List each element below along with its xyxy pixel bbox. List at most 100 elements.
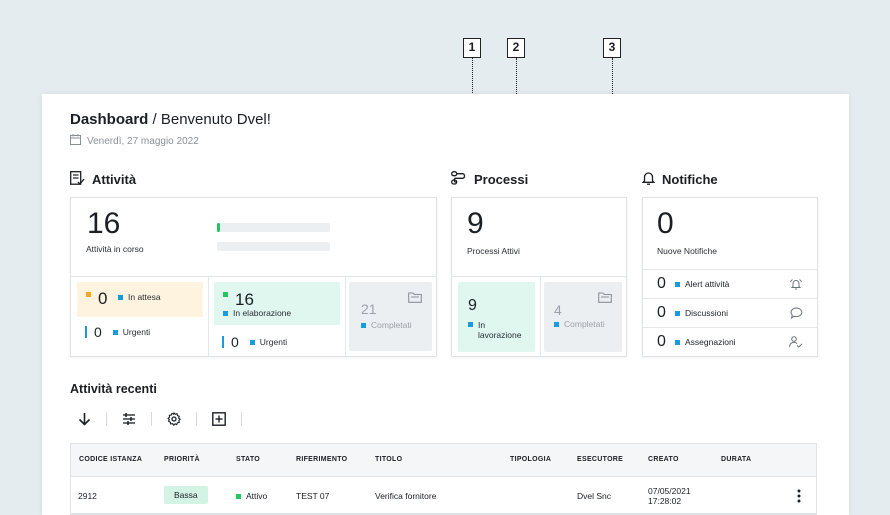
col-priorita[interactable]: PRIORITÀ: [164, 456, 200, 463]
callout-2: 2: [507, 38, 525, 58]
col-creato[interactable]: CREATO: [648, 456, 679, 463]
processi-completati-label: Completati: [564, 319, 605, 329]
in-elaborazione-urgent-label: Urgenti: [259, 337, 288, 347]
col-durata[interactable]: DURATA: [721, 456, 751, 463]
notifiche-count: 0: [657, 207, 674, 240]
priority-badge: Bassa: [164, 486, 208, 504]
notif-assegnazioni-dot: [675, 339, 680, 345]
in-elaborazione-urgent-dot: [249, 340, 255, 346]
in-lavorazione-tile[interactable]: 9 In lavorazione: [458, 282, 535, 352]
notif-row-assegnazioni[interactable]: 0 Assegnazioni: [643, 327, 817, 356]
in-elaborazione-urgent-row[interactable]: 0 Urgenti: [222, 334, 287, 350]
task-list-icon: [70, 171, 85, 188]
in-attesa-urgent-label-wrap: Urgenti: [112, 327, 151, 337]
attivita-completati-tile[interactable]: 21 Completati: [349, 282, 432, 351]
cell-riferimento: TEST 07: [296, 491, 330, 501]
in-attesa-count: 0: [98, 289, 108, 308]
cell-stato: Attivo: [236, 491, 267, 501]
in-lavorazione-dot-wrap: In lavorazione: [468, 320, 528, 340]
in-attesa-tile[interactable]: 0 In attesa: [77, 282, 203, 317]
notif-row-alert[interactable]: 0 Alert attività: [643, 269, 817, 298]
sort-button[interactable]: [76, 411, 92, 427]
col-codice-istanza[interactable]: CODICE ISTANZA: [79, 456, 142, 463]
recenti-table: CODICE ISTANZA PRIORITÀ STATO RIFERIMENT…: [70, 443, 817, 515]
notifiche-heading-label: Notifiche: [662, 172, 718, 187]
table-row[interactable]: 2912 Bassa Attivo TEST 07 Verifica forni…: [71, 478, 816, 514]
notif-assegnazioni-label: Assegnazioni: [685, 337, 736, 347]
col-esecutore[interactable]: ESECUTORE: [577, 456, 623, 463]
notifiche-count-label: Nuove Notifiche: [657, 246, 718, 256]
processi-count-label: Processi Attivi: [467, 246, 520, 256]
processi-card[interactable]: 9 Processi Attivi 9 In lavorazione 4 Com…: [451, 197, 627, 357]
toolbar-separator: [151, 412, 152, 426]
stato-dot: [236, 494, 241, 500]
attivita-completati-label-wrap: Completati: [361, 320, 412, 330]
in-attesa-urgent-bar: [85, 326, 87, 338]
attivita-heading: Attività: [70, 171, 136, 188]
cell-stato-label: Attivo: [246, 491, 268, 501]
user-check-icon: [789, 336, 803, 350]
date-row: Venerdì, 27 maggio 2022: [70, 134, 199, 148]
process-flow-icon: [451, 171, 467, 188]
in-attesa-marker: [86, 292, 91, 297]
bell-alert-icon: [789, 278, 803, 292]
processi-divider: [452, 276, 626, 277]
col-stato[interactable]: STATO: [236, 456, 260, 463]
in-elaborazione-label-wrap: In elaborazione: [223, 308, 291, 318]
attivita-progress-bar: [217, 223, 330, 232]
add-button[interactable]: [211, 411, 227, 427]
notif-discussioni-dot: [675, 310, 680, 316]
attivita-progress-fill: [217, 223, 221, 232]
attivita-card[interactable]: 16 Attività in corso 0 In attesa 0 Urgen…: [70, 197, 437, 357]
recenti-toolbar: [76, 411, 256, 427]
callout-1: 1: [463, 38, 481, 58]
notif-discussioni-label: Discussioni: [685, 308, 728, 318]
arrow-down-icon: [78, 413, 90, 426]
toolbar-separator: [241, 412, 242, 426]
attivita-col-divider-2: [345, 277, 346, 357]
processi-completati-tile[interactable]: 4 Completati: [544, 282, 622, 352]
cell-esecutore: Dvel Snc: [577, 491, 612, 501]
notif-row-discussioni[interactable]: 0 Discussioni: [643, 298, 817, 327]
processi-completati-count: 4: [554, 302, 562, 318]
notifiche-card[interactable]: 0 Nuove Notifiche 0 Alert attività 0 Dis…: [642, 197, 818, 357]
gear-icon: [167, 412, 181, 426]
notif-discussioni-count: 0: [657, 304, 666, 321]
toolbar-separator: [196, 412, 197, 426]
processi-count: 9: [467, 207, 484, 240]
cell-creato-time: 17:28:02: [648, 496, 682, 506]
attivita-divider: [71, 276, 436, 277]
in-attesa-label-wrap: In attesa: [118, 292, 161, 302]
processi-completati-dot: [554, 322, 559, 328]
filter-button[interactable]: [121, 411, 137, 427]
page-title: Dashboard / Benvenuto Dvel!: [70, 111, 271, 128]
date-text: Venerdì, 27 maggio 2022: [87, 135, 199, 147]
col-tipologia[interactable]: TIPOLOGIA: [510, 456, 551, 463]
notif-alert-count: 0: [657, 275, 666, 292]
in-attesa-urgent-label: Urgenti: [122, 327, 151, 337]
attivita-secondary-bar: [217, 242, 330, 251]
settings-button[interactable]: [166, 411, 182, 427]
in-attesa-urgent-row[interactable]: 0 Urgenti: [85, 324, 150, 340]
cell-codice: 2912: [78, 491, 97, 501]
in-attesa-urgent-count: 0: [94, 324, 102, 340]
notif-alert-dot: [675, 281, 680, 287]
in-elaborazione-urgent-bar: [222, 336, 224, 348]
in-attesa-dot: [118, 295, 123, 301]
in-lavorazione-count: 9: [468, 297, 477, 314]
in-elaborazione-count: 16: [235, 290, 254, 309]
col-riferimento[interactable]: RIFERIMENTO: [296, 456, 347, 463]
in-lavorazione-label: In lavorazione: [478, 320, 522, 340]
in-elaborazione-tile[interactable]: 16 In elaborazione: [214, 282, 340, 325]
attivita-completati-count: 21: [361, 301, 377, 317]
recenti-heading: Attività recenti: [70, 382, 157, 396]
page-title-bold: Dashboard: [70, 111, 149, 128]
row-menu-button[interactable]: [796, 489, 802, 503]
notif-assegnazioni-count: 0: [657, 333, 666, 350]
attivita-col-divider-1: [208, 277, 209, 357]
attivita-heading-label: Attività: [92, 172, 137, 187]
folder-icon: [408, 290, 422, 308]
attivita-completati-label: Completati: [371, 320, 412, 330]
col-titolo[interactable]: TITOLO: [375, 456, 402, 463]
processi-heading-label: Processi: [474, 172, 529, 187]
